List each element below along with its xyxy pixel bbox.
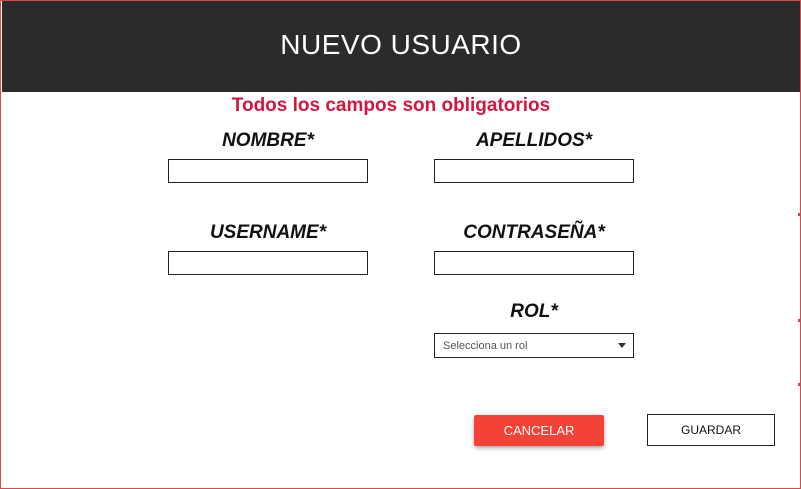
username-label: USERNAME* xyxy=(209,222,327,243)
password-input[interactable] xyxy=(434,251,634,275)
rol-select-value: Selecciona un rol xyxy=(443,339,528,352)
nombre-label: NOMBRE* xyxy=(222,130,314,151)
save-button[interactable]: GUARDAR xyxy=(647,414,775,446)
edge-mark xyxy=(798,383,800,386)
rol-label: ROL* xyxy=(510,301,558,322)
new-user-dialog: NUEVO USUARIO Todos los campos son oblig… xyxy=(0,0,801,489)
apellidos-label: APELLIDOS* xyxy=(475,130,593,151)
dialog-title: NUEVO USUARIO xyxy=(280,28,522,60)
required-fields-notice: Todos los campos son obligatorios xyxy=(231,95,551,116)
caret-down-icon xyxy=(618,343,626,348)
nombre-input[interactable] xyxy=(168,159,368,183)
edge-mark xyxy=(798,213,800,216)
cancel-button[interactable]: CANCELAR xyxy=(474,415,604,446)
rol-select[interactable]: Selecciona un rol xyxy=(434,333,634,358)
edge-mark xyxy=(798,319,800,322)
apellidos-input[interactable] xyxy=(434,159,634,183)
dialog-header: NUEVO USUARIO xyxy=(2,1,800,92)
username-input[interactable] xyxy=(168,251,368,275)
contrasena-label: CONTRASEÑA* xyxy=(463,222,605,243)
